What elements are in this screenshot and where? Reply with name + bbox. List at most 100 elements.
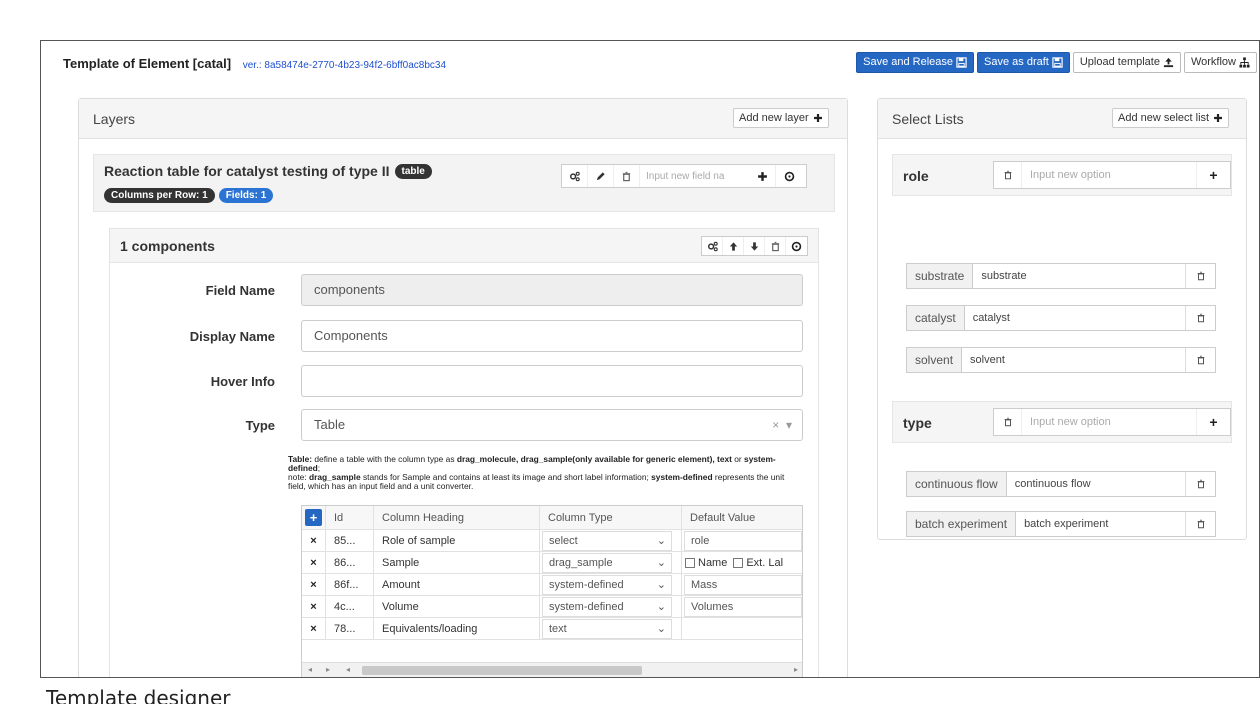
page-title: Template of Element [catal] ver.: 8a5847… <box>63 56 446 71</box>
help-text-1: define a table with the column type as <box>312 454 457 464</box>
select-list-name: type <box>903 415 932 431</box>
default-cell[interactable] <box>682 618 802 639</box>
scroll-left-icon[interactable]: ◂ <box>346 665 350 674</box>
column-type-select[interactable]: system-defined ⌄ <box>542 596 672 617</box>
type-cell: text ⌄ <box>540 618 682 639</box>
version-label: ver.: 8a58474e-2770-4b23-94f2-6bff0ac8bc… <box>242 60 447 71</box>
clear-icon[interactable]: × <box>772 418 779 432</box>
component-block: 1 components Field Name components Displ… <box>109 228 820 677</box>
default-value-input[interactable]: Volumes <box>684 596 802 617</box>
default-cell: role <box>682 530 802 551</box>
remove-row-icon[interactable]: × <box>310 579 316 591</box>
hover-info-input[interactable] <box>301 365 803 397</box>
layer-badges: Columns per Row: 1 Fields: 1 <box>104 188 274 203</box>
layer-settings-button[interactable] <box>562 165 588 187</box>
layer-delete-button[interactable] <box>614 165 640 187</box>
trash-icon <box>1197 313 1204 323</box>
heading-cell[interactable]: Equivalents/loading <box>374 618 540 639</box>
add-new-select-list-label: Add new select list <box>1118 112 1210 124</box>
field-name-label: Field Name <box>205 283 275 298</box>
option-value-input[interactable]: batch experiment <box>1016 518 1185 530</box>
table-row: × 78... Equivalents/loading text ⌄ <box>302 618 802 640</box>
heading-cell[interactable]: Volume <box>374 596 540 617</box>
upload-template-button[interactable]: Upload template <box>1072 52 1181 73</box>
layer-header: Reaction table for catalyst testing of t… <box>93 154 835 212</box>
component-title: 1 components <box>120 238 215 254</box>
save-as-draft-button[interactable]: Save as draft <box>977 52 1070 73</box>
delete-option-button[interactable] <box>1185 472 1215 496</box>
layer-toolbar <box>561 164 807 188</box>
remove-row-icon[interactable]: × <box>310 601 316 613</box>
table-horizontal-scrollbar[interactable]: ◂ ▸ ◂ ▸ <box>302 662 802 677</box>
circle-dot-icon <box>784 171 794 181</box>
column-header: Id <box>326 506 374 529</box>
add-new-layer-button[interactable]: Add new layer <box>733 108 829 128</box>
column-type-value: system-defined <box>549 600 624 613</box>
trash-icon <box>771 241 779 251</box>
display-name-input[interactable]: Components <box>301 320 803 352</box>
scroll-left-icon[interactable]: ◂ <box>308 665 312 674</box>
remove-cell: × <box>302 574 326 595</box>
column-header: Column Heading <box>374 506 540 529</box>
id-cell: 85... <box>326 530 374 551</box>
type-cell: select ⌄ <box>540 530 682 551</box>
delete-select-list-button[interactable] <box>994 409 1022 435</box>
default-value-input[interactable]: Mass <box>684 574 802 595</box>
add-option-button[interactable]: + <box>1196 409 1230 435</box>
component-toolbar <box>701 236 808 256</box>
option-value-input[interactable]: substrate <box>973 270 1185 282</box>
remove-row-icon[interactable]: × <box>310 623 316 635</box>
workflow-button[interactable]: Workflow <box>1183 52 1257 73</box>
component-delete-button[interactable] <box>765 237 786 255</box>
remove-row-icon[interactable]: × <box>310 535 316 547</box>
heading-cell[interactable]: Role of sample <box>374 530 540 551</box>
move-down-button[interactable] <box>744 237 765 255</box>
new-option-input[interactable] <box>1022 410 1196 434</box>
option-value-input[interactable]: catalyst <box>965 312 1185 324</box>
chevron-down-icon: ⌄ <box>656 557 666 569</box>
heading-cell[interactable]: Sample <box>374 552 540 573</box>
default-value-input[interactable]: role <box>684 530 802 551</box>
save-and-release-button[interactable]: Save and Release <box>856 52 975 73</box>
component-settings-button[interactable] <box>702 237 723 255</box>
floppy-icon <box>956 57 967 68</box>
component-options-button[interactable] <box>786 237 807 255</box>
delete-option-button[interactable] <box>1185 512 1215 536</box>
new-option-input[interactable] <box>1022 163 1196 187</box>
scrollbar-thumb[interactable] <box>362 666 642 675</box>
delete-option-button[interactable] <box>1185 348 1215 372</box>
scroll-right-icon[interactable]: ▸ <box>326 665 330 674</box>
plus-icon <box>758 171 767 181</box>
sitemap-icon <box>1239 57 1250 68</box>
delete-option-button[interactable] <box>1185 264 1215 288</box>
scroll-right-icon[interactable]: ▸ <box>794 665 798 674</box>
type-select[interactable]: Table × ▾ <box>301 409 803 441</box>
layer-edit-button[interactable] <box>588 165 614 187</box>
ext-label-checkbox[interactable] <box>733 557 744 568</box>
add-new-select-list-button[interactable]: Add new select list <box>1112 108 1230 128</box>
column-type-select[interactable]: select ⌄ <box>542 530 672 551</box>
name-checkbox[interactable] <box>685 557 695 568</box>
heading-cell[interactable]: Amount <box>374 574 540 595</box>
plus-icon <box>813 114 822 122</box>
remove-row-icon[interactable]: × <box>310 557 316 569</box>
option-value-input[interactable]: continuous flow <box>1007 478 1185 490</box>
add-column-button[interactable]: + <box>305 509 322 526</box>
option-value-input[interactable]: solvent <box>962 354 1185 366</box>
move-up-button[interactable] <box>723 237 744 255</box>
column-type-select[interactable]: text ⌄ <box>542 618 672 639</box>
remove-cell: × <box>302 618 326 639</box>
column-type-value: system-defined <box>549 578 624 591</box>
add-field-button[interactable] <box>750 165 776 187</box>
add-option-button[interactable]: + <box>1196 162 1230 188</box>
field-name-row: Field Name components <box>110 274 820 306</box>
type-label: Type <box>245 418 275 433</box>
delete-select-list-button[interactable] <box>994 162 1022 188</box>
new-field-name-input[interactable] <box>640 166 750 186</box>
delete-option-button[interactable] <box>1185 306 1215 330</box>
column-type-select[interactable]: system-defined ⌄ <box>542 574 672 595</box>
upload-icon <box>1163 57 1174 68</box>
column-type-select[interactable]: drag_sample ⌄ <box>542 552 672 573</box>
chevron-down-icon[interactable]: ▾ <box>786 418 792 432</box>
layer-options-button[interactable] <box>776 165 802 187</box>
